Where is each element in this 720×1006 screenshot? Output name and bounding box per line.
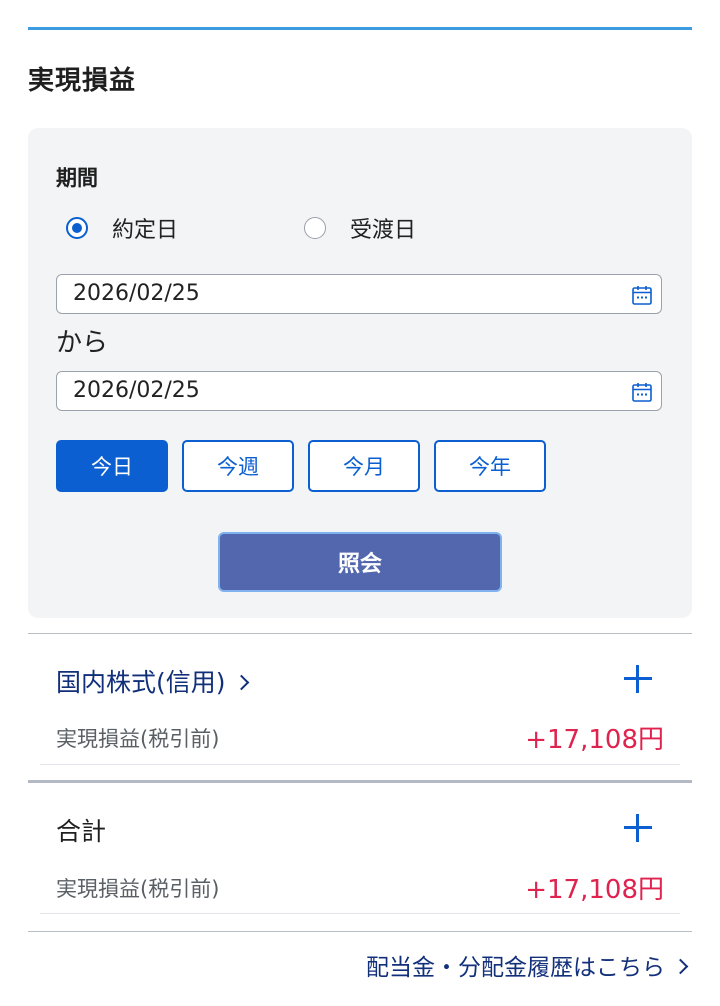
section-divider [28,780,692,783]
quick-range-month-button[interactable]: 今月 [308,440,420,492]
calendar-icon[interactable] [631,284,653,306]
period-label: 期間 [56,166,98,190]
section-divider [28,633,692,634]
radio-settlement-date-label: 受渡日 [350,218,417,243]
total-pl-value: +17,108円 [525,875,664,905]
radio-unchecked-icon [304,217,326,239]
radio-trade-date-label: 約定日 [112,218,179,243]
filter-panel: 期間 約定日 受渡日 2026/02/25 から 2026/02/25 今日 今… [28,128,692,618]
chevron-right-icon [233,674,249,691]
calendar-icon[interactable] [631,381,653,403]
from-date-input[interactable]: 2026/02/25 [56,274,662,314]
to-date-input[interactable]: 2026/02/25 [56,371,662,411]
dividend-history-label: 配当金・分配金履歴はこちら [366,955,665,981]
row-label: 実現損益(税引前) [56,727,220,751]
radio-checked-icon [66,217,88,239]
chevron-right-icon [672,958,689,975]
section-domestic-margin-title: 国内株式(信用) [56,668,226,697]
quick-range-year-button[interactable]: 今年 [434,440,546,492]
top-divider [28,27,692,30]
expand-plus-icon[interactable] [624,814,652,842]
section-domestic-margin-link[interactable]: 国内株式(信用) [56,663,249,699]
quick-range-today-button[interactable]: 今日 [56,440,168,492]
to-date-value: 2026/02/25 [73,378,200,403]
page-title: 実現損益 [28,66,137,96]
radio-settlement-date[interactable]: 受渡日 [304,212,416,244]
section-divider [28,931,692,932]
dividend-history-link[interactable]: 配当金・分配金履歴はこちら [366,948,689,982]
row-divider [40,913,680,914]
row-label: 実現損益(税引前) [56,877,220,901]
section-total-title: 合計 [56,817,107,846]
row-divider [40,764,680,765]
from-date-value: 2026/02/25 [73,281,200,306]
expand-plus-icon[interactable] [624,665,652,693]
realized-pl-value: +17,108円 [525,725,664,755]
radio-trade-date[interactable]: 約定日 [66,212,178,244]
range-separator: から [56,328,109,358]
submit-query-button[interactable]: 照会 [218,532,502,592]
quick-range-week-button[interactable]: 今週 [182,440,294,492]
